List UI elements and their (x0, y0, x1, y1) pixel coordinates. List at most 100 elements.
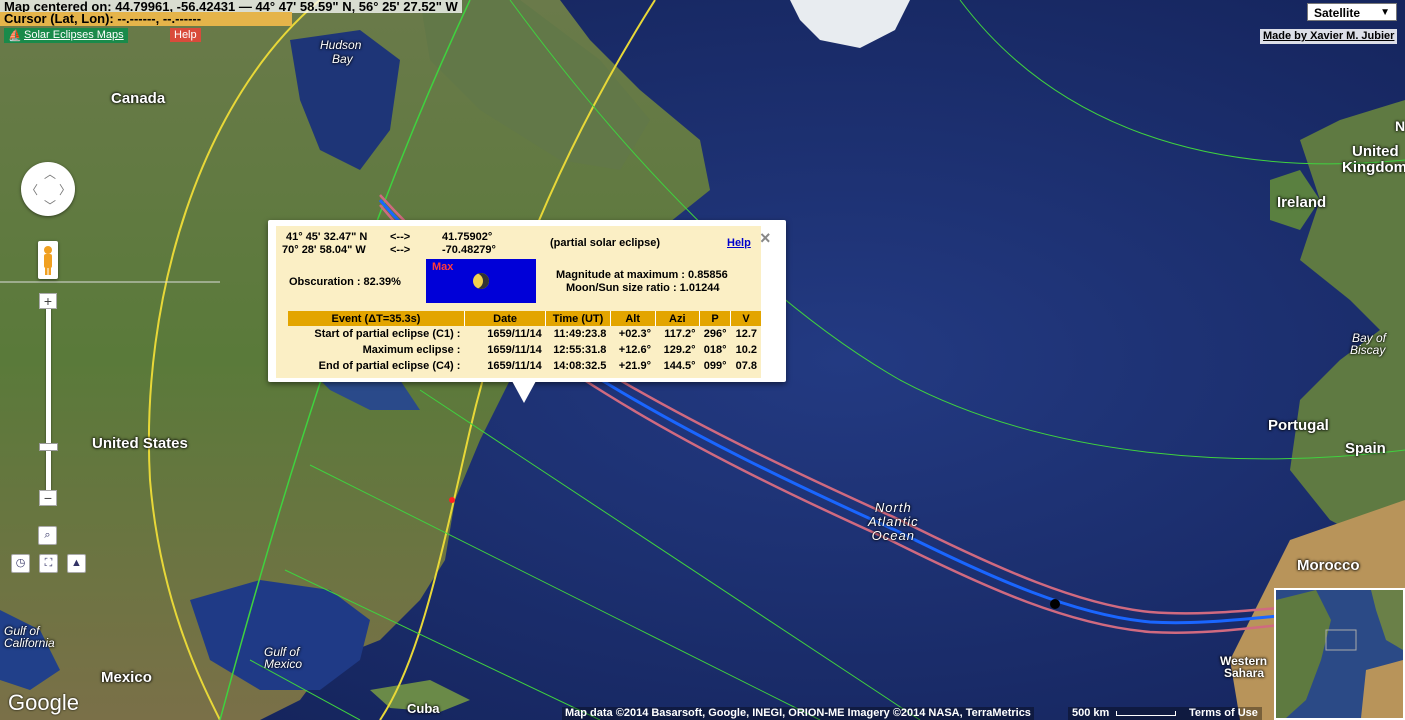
moon-sun-ratio: Moon/Sun size ratio : 1.01244 (566, 282, 720, 294)
col-azi: Azi (655, 311, 701, 326)
compass-icon[interactable]: ◷ (11, 554, 30, 573)
google-logo: Google (8, 690, 79, 715)
cell-v: 10.2 (735, 344, 757, 356)
popup-help-link[interactable]: Help (727, 237, 751, 249)
label-united-kingdom: United Kingdom (1342, 143, 1405, 176)
magnifier-icon[interactable]: ⌕ (38, 526, 57, 545)
map-attribution: Map data ©2014 Basarsoft, Google, INEGI,… (562, 707, 1034, 720)
clicked-location-marker (449, 497, 455, 503)
popup-pointer (512, 381, 536, 403)
table-header-row: Event (ΔT=35.3s) Date Time (UT) Alt Azi … (288, 311, 761, 326)
cell-date: 1659/11/14 (487, 344, 542, 356)
pan-down-icon[interactable]: ﹀ (44, 197, 56, 214)
cell-event: Maximum eclipse : (362, 344, 461, 356)
cell-azi: 144.5° (663, 360, 696, 372)
overview-map-image (1276, 590, 1403, 718)
sail-icon: ⛵ (8, 30, 22, 42)
obscuration: Obscuration : 82.39% (289, 276, 401, 288)
cell-p: 296° (703, 328, 727, 340)
cell-alt: +02.3° (618, 328, 651, 340)
label-morocco: Morocco (1297, 557, 1360, 574)
street-view-pegman[interactable] (38, 241, 58, 279)
cell-v: 07.8 (735, 360, 757, 372)
popup-content: 41° 45' 32.47" N <--> 41.75902° 70° 28' … (276, 226, 761, 378)
cell-alt: +12.6° (618, 344, 651, 356)
overview-map[interactable] (1274, 588, 1405, 720)
eclipse-max-diagram: Max (426, 259, 536, 303)
scale-ruler (1116, 711, 1176, 716)
magnitude-at-maximum: Magnitude at maximum : 0.85856 (556, 269, 728, 281)
cell-time: 12:55:31.8 (553, 344, 607, 356)
cell-alt: +21.9° (618, 360, 651, 372)
label-portugal: Portugal (1268, 417, 1329, 434)
label-united-states: United States (92, 435, 188, 452)
col-event: Event (ΔT=35.3s) (288, 311, 465, 326)
label-spain: Spain (1345, 440, 1386, 457)
col-date: Date (464, 311, 547, 326)
scale-label: 500 km (1072, 707, 1110, 719)
cell-p: 018° (703, 344, 727, 356)
max-label: Max (432, 261, 454, 273)
zoom-slider-thumb[interactable] (39, 443, 58, 451)
col-v: V (730, 311, 761, 326)
latitude-decimal: 41.75902° (442, 231, 493, 243)
cell-date: 1659/11/14 (487, 328, 542, 340)
label-gulf-of-mexico: Gulf of Mexico (264, 645, 303, 671)
zoom-slider-track[interactable] (46, 295, 51, 505)
pan-left-icon[interactable]: 〈 (26, 181, 38, 198)
label-ireland: Ireland (1277, 194, 1327, 211)
map-type-select[interactable]: Satellite ▼ (1307, 3, 1397, 21)
label-canada: Canada (111, 90, 166, 107)
eclipse-contacts-table: Event (ΔT=35.3s) Date Time (UT) Alt Azi … (288, 311, 761, 374)
pegman-icon (44, 246, 52, 275)
cell-event: Start of partial eclipse (C1) : (314, 328, 461, 340)
pan-control[interactable]: ︿ ﹀ 〈 〉 (21, 162, 75, 216)
table-row: Maximum eclipse : 1659/11/14 12:55:31.8 … (288, 342, 761, 358)
help-button[interactable]: Help (170, 28, 201, 42)
cursor-readout: Cursor (Lat, Lon): --.------, --.------ (0, 12, 292, 26)
scale-bar: 500 km (1068, 707, 1185, 720)
arrow-lon: <--> (390, 244, 411, 256)
fullscreen-icon[interactable]: ⛶ (39, 554, 58, 573)
col-time: Time (UT) (545, 311, 611, 326)
label-western-sahara: Western Sahara (1220, 654, 1268, 680)
cell-event: End of partial eclipse (C4) : (318, 360, 461, 372)
zoom-out-button[interactable]: − (39, 490, 57, 506)
table-row: End of partial eclipse (C4) : 1659/11/14… (288, 358, 761, 374)
solar-eclipses-maps-label: Solar Eclipses Maps (24, 29, 124, 41)
eclipse-type: (partial solar eclipse) (550, 237, 661, 249)
greatest-eclipse-point (1050, 599, 1060, 609)
latitude-dms: 41° 45' 32.47" N (286, 231, 368, 243)
label-north-atlantic-ocean: North Atlantic Ocean (868, 500, 919, 543)
eclipse-info-popup: 41° 45' 32.47" N <--> 41.75902° 70° 28' … (268, 220, 786, 382)
longitude-dms: 70° 28' 58.04" W (282, 244, 366, 256)
label-gulf-of-california: Gulf of California (4, 624, 55, 650)
label-bay-of-biscay: Bay of Biscay (1350, 331, 1387, 357)
pan-right-icon[interactable]: 〉 (59, 181, 71, 198)
col-p: P (699, 311, 732, 326)
zoom-in-button[interactable]: + (39, 293, 57, 309)
chevron-down-icon: ▼ (1380, 7, 1390, 18)
cell-azi: 117.2° (664, 328, 696, 340)
label-edge-n: N (1395, 118, 1405, 134)
pan-up-icon[interactable]: ︿ (44, 165, 56, 182)
close-icon[interactable]: × (760, 229, 771, 247)
solar-eclipses-maps-link[interactable]: ⛵ Solar Eclipses Maps (4, 28, 128, 43)
label-hudson-bay: Hudson Bay (320, 38, 362, 66)
cell-time: 14:08:32.5 (553, 360, 607, 372)
arrow-lat: <--> (390, 231, 411, 243)
col-alt: Alt (610, 311, 656, 326)
sun-moon-icon (473, 273, 489, 289)
cell-azi: 129.2° (663, 344, 696, 356)
cell-p: 099° (703, 360, 727, 372)
table-row: Start of partial eclipse (C1) : 1659/11/… (288, 326, 761, 342)
cell-time: 11:49:23.8 (553, 328, 607, 340)
longitude-decimal: -70.48279° (442, 244, 496, 256)
cell-date: 1659/11/14 (487, 360, 542, 372)
elevation-icon[interactable]: ▲ (67, 554, 86, 573)
label-cuba: Cuba (407, 701, 440, 716)
label-mexico: Mexico (101, 669, 152, 686)
terms-of-use-link[interactable]: Terms of Use (1185, 707, 1262, 720)
map-type-value: Satellite (1314, 6, 1361, 20)
author-credit-link[interactable]: Made by Xavier M. Jubier (1260, 29, 1398, 44)
